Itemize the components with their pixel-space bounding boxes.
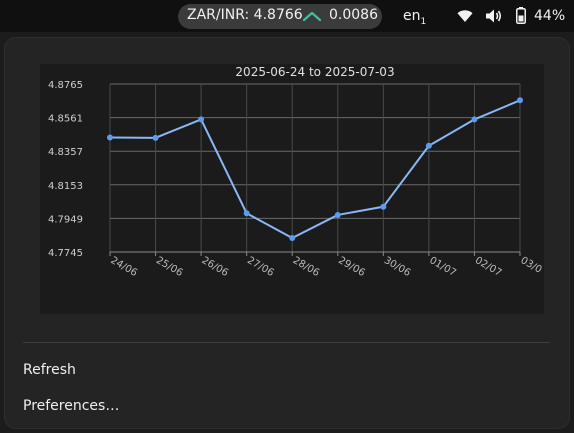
- keyboard-layout-indicator[interactable]: en1: [403, 8, 426, 27]
- x-tick-label: 01/07: [427, 255, 457, 279]
- chevron-up-icon: [302, 11, 322, 22]
- data-point: [289, 235, 296, 241]
- x-tick-label: 27/06: [245, 255, 275, 279]
- data-point: [471, 116, 478, 123]
- y-tick-label: 4.7745: [48, 248, 83, 259]
- rate-history-chart: 2025-06-24 to 2025-07-03 4.8765 4.8561 4.83…: [40, 64, 544, 314]
- data-point: [425, 142, 432, 149]
- y-tick-label: 4.8765: [48, 80, 83, 91]
- data-point: [243, 210, 250, 217]
- x-tick-label: 28/06: [291, 255, 321, 279]
- x-tick-label: 03/0: [519, 255, 544, 276]
- x-tick-label: 24/06: [109, 255, 139, 279]
- x-tick-label: 26/06: [200, 255, 230, 279]
- rate-history-chart-svg: 2025-06-24 to 2025-07-03 4.8765 4.8561 4.83…: [48, 65, 544, 279]
- x-tick-label: 25/06: [154, 255, 184, 279]
- battery-percentage: 44%: [534, 8, 566, 24]
- y-tick-label: 4.7949: [48, 214, 83, 225]
- series-line: [109, 99, 521, 239]
- x-tick-label: 30/06: [382, 255, 412, 279]
- data-point: [198, 116, 205, 123]
- battery-icon[interactable]: [516, 7, 526, 24]
- exchange-rate-label: ZAR/INR: 4.8766: [187, 7, 303, 23]
- exchange-rate-change: 0.0086: [329, 7, 378, 23]
- x-tick-label: 02/07: [473, 255, 503, 279]
- volume-icon[interactable]: [485, 8, 503, 24]
- language-code: en: [403, 8, 421, 24]
- wifi-icon[interactable]: [457, 9, 473, 23]
- data-point: [334, 211, 341, 218]
- exchange-rate-popover: 2025-06-24 to 2025-07-03 4.8765 4.8561 4.83…: [4, 37, 570, 429]
- refresh-menu-item[interactable]: Refresh: [23, 362, 76, 378]
- menu-divider: [23, 342, 550, 343]
- data-point: [380, 203, 387, 210]
- y-tick-label: 4.8357: [48, 147, 83, 158]
- data-point: [152, 134, 159, 141]
- y-tick-label: 4.8561: [48, 114, 83, 125]
- data-point: [107, 134, 113, 141]
- top-panel: ZAR/INR: 4.8766 0.0086 en1 44%: [0, 0, 574, 32]
- x-tick-label: 29/06: [336, 255, 366, 279]
- chart-title: 2025-06-24 to 2025-07-03: [235, 65, 394, 79]
- data-point: [517, 97, 523, 104]
- language-index: 1: [420, 16, 427, 27]
- preferences-menu-item[interactable]: Preferences…: [23, 398, 119, 414]
- y-tick-label: 4.8153: [48, 181, 83, 192]
